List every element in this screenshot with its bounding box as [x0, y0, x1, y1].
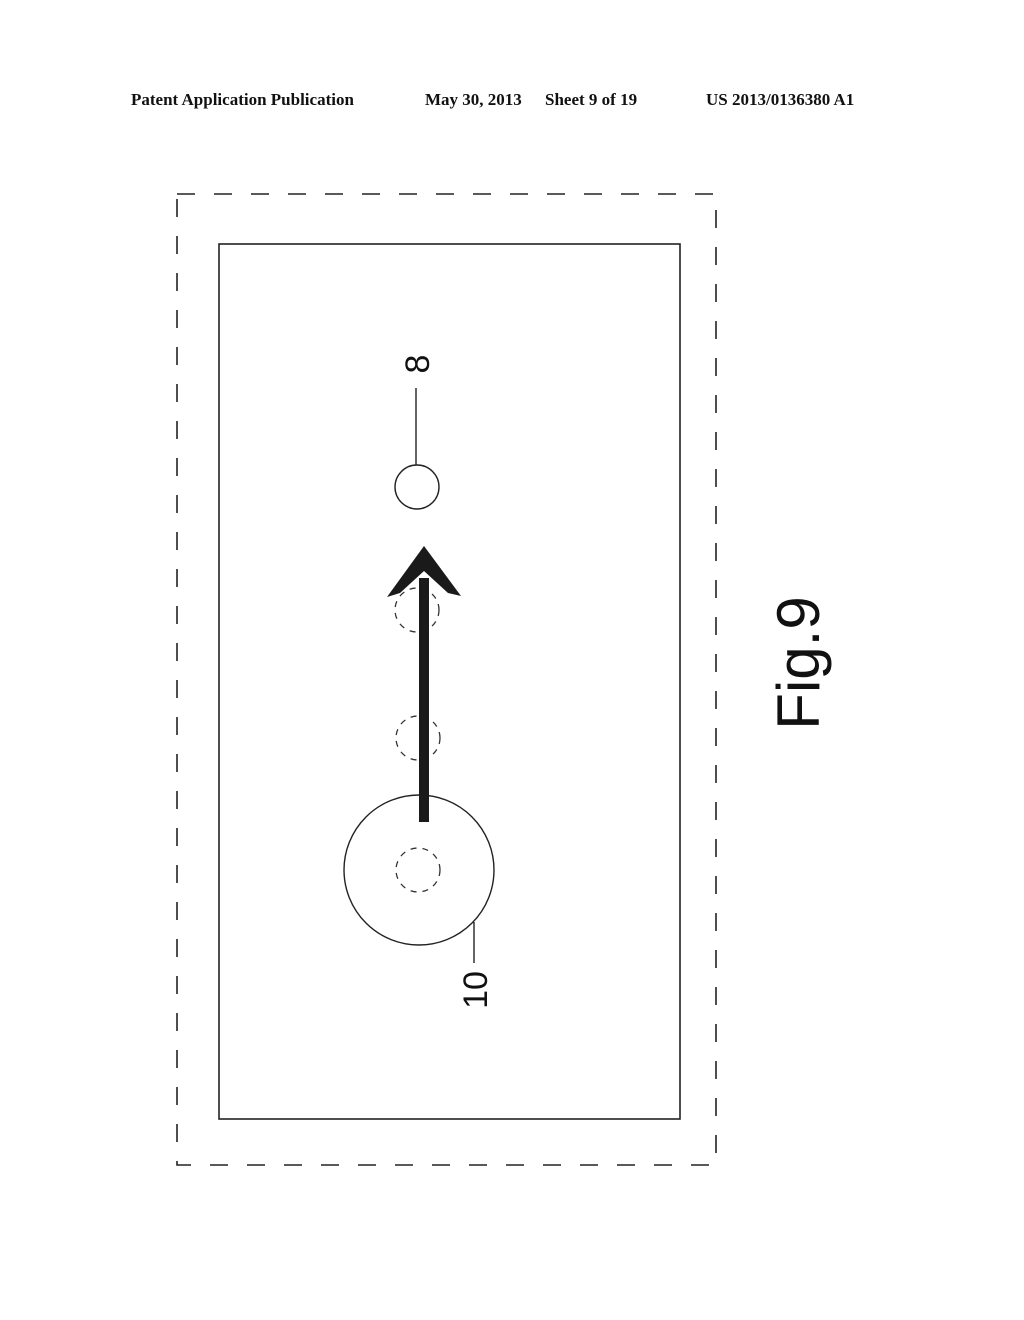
outer-dashed-boundary [176, 193, 717, 1166]
target-circle-8 [394, 464, 440, 510]
ghost-position-circle [395, 847, 441, 893]
patent-figure: 8 10 Fig.9 [176, 193, 832, 1166]
ghost-position-circle [395, 715, 441, 761]
reference-label-10: 10 [457, 971, 495, 1009]
figure-caption: Fig.9 [765, 596, 832, 729]
inner-frame [218, 243, 681, 1120]
ghost-position-circle [394, 587, 440, 633]
arrow-shaft [419, 578, 429, 822]
movement-arrow [387, 546, 461, 822]
reference-label-8: 8 [399, 355, 437, 374]
